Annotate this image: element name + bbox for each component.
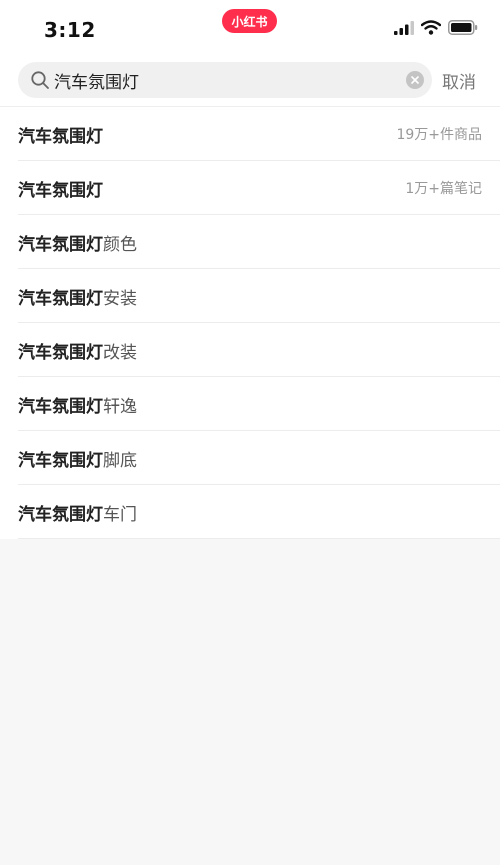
suggestion-item[interactable]: 汽车氛围灯 车门	[0, 485, 500, 539]
search-icon	[31, 71, 49, 89]
status-icons	[394, 20, 478, 35]
cancel-button[interactable]: 取消	[442, 62, 476, 98]
suggestion-suffix: 轩逸	[103, 396, 137, 417]
status-bar: 3:12 小红书	[0, 0, 500, 58]
signal-icon	[394, 20, 414, 35]
suggestion-item[interactable]: 汽车氛围灯 1万+篇笔记	[0, 161, 500, 215]
suggestion-item[interactable]: 汽车氛围灯 脚底	[0, 431, 500, 485]
suggestion-suffix: 车门	[103, 504, 137, 525]
clear-icon[interactable]	[406, 71, 424, 89]
search-bar: 取消	[0, 58, 500, 106]
suggestion-item[interactable]: 汽车氛围灯 改装	[0, 323, 500, 377]
suggestion-keyword: 汽车氛围灯	[18, 234, 103, 255]
suggestion-keyword: 汽车氛围灯	[18, 450, 103, 471]
suggestion-keyword: 汽车氛围灯	[18, 342, 103, 363]
header-area: 3:12 小红书 汽车氛围灯 取消	[0, 0, 500, 106]
wifi-icon	[421, 20, 441, 35]
suggestion-keyword: 汽车氛围灯	[18, 288, 103, 309]
suggestion-count: 1万+篇笔记	[405, 181, 482, 197]
app-badge: 小红书	[222, 9, 277, 33]
suggestion-suffix: 脚底	[103, 450, 137, 471]
suggestion-suffix: 改装	[103, 342, 137, 363]
suggestion-item[interactable]: 汽车氛围灯 颜色	[0, 215, 500, 269]
status-time: 3:12	[44, 18, 96, 42]
suggestion-suffix: 安装	[103, 288, 137, 309]
search-input[interactable]	[54, 62, 384, 98]
suggestion-suffix: 颜色	[103, 234, 137, 255]
search-suggestion-screen: 3:12 小红书 汽车氛围灯 取消 汽车氛围灯 19万+件商品 汽车氛围灯 1万…	[0, 0, 500, 865]
suggestion-item[interactable]: 汽车氛围灯 19万+件商品	[0, 107, 500, 161]
battery-icon	[448, 20, 478, 35]
search-box[interactable]	[18, 62, 432, 98]
suggestion-keyword: 汽车氛围灯	[18, 126, 103, 147]
suggestion-item[interactable]: 汽车氛围灯 安装	[0, 269, 500, 323]
suggestion-item[interactable]: 汽车氛围灯 轩逸	[0, 377, 500, 431]
suggestion-keyword: 汽车氛围灯	[18, 504, 103, 525]
suggestion-count: 19万+件商品	[396, 127, 482, 143]
suggestion-keyword: 汽车氛围灯	[18, 180, 103, 201]
suggestion-keyword: 汽车氛围灯	[18, 396, 103, 417]
suggestion-list: 汽车氛围灯 19万+件商品 汽车氛围灯 1万+篇笔记 汽车氛围灯 颜色 汽车氛围…	[0, 106, 500, 539]
